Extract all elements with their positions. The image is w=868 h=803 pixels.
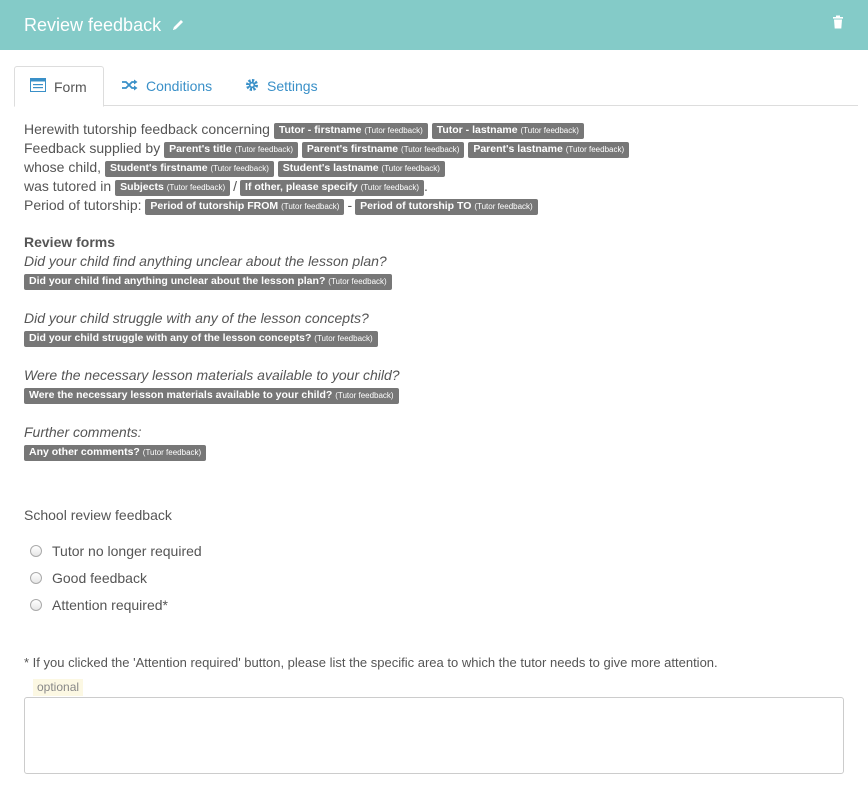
school-review-label: School review feedback xyxy=(24,507,172,523)
field-tag[interactable]: Student's firstname (Tutor feedback) xyxy=(104,161,274,177)
shuffle-icon xyxy=(122,78,138,94)
tab-form-label: Form xyxy=(54,78,87,95)
question-text: Did your child find anything unclear abo… xyxy=(24,253,387,269)
tab-form[interactable]: Form xyxy=(14,66,104,107)
radio-tutor-no-longer-required[interactable]: Tutor no longer required xyxy=(30,543,202,559)
optional-badge: optional xyxy=(33,679,84,696)
form-title: Review feedback xyxy=(24,14,162,35)
field-tag[interactable]: Were the necessary lesson materials avai… xyxy=(24,388,399,404)
pencil-icon[interactable] xyxy=(171,18,185,32)
tab-conditions[interactable]: Conditions xyxy=(107,66,227,106)
question-text: Did your child struggle with any of the … xyxy=(24,310,369,326)
intro-line: Herewith tutorship feedback concerning T… xyxy=(24,120,844,139)
field-tag[interactable]: Subjects (Tutor feedback) xyxy=(115,180,231,196)
field-tag[interactable]: Period of tutorship FROM (Tutor feedback… xyxy=(145,199,345,215)
radio-label: Good feedback xyxy=(52,570,147,586)
tab-bar: Form Conditions Settings xyxy=(14,66,858,107)
intro-line: Period of tutorship: Period of tutorship… xyxy=(24,196,844,215)
intro-text: whose child, xyxy=(24,159,102,175)
radio-attention-required[interactable]: Attention required* xyxy=(30,597,168,613)
field-tag[interactable]: Tutor - firstname (Tutor feedback) xyxy=(273,123,428,139)
form-icon xyxy=(30,78,46,95)
question-tag-line: Did your child struggle with any of the … xyxy=(24,328,844,347)
question-tag-line: Any other comments? (Tutor feedback) xyxy=(24,442,844,461)
tab-settings-label: Settings xyxy=(267,78,318,94)
radio-button[interactable] xyxy=(30,599,42,611)
separator: / xyxy=(233,178,238,194)
radio-button[interactable] xyxy=(30,572,42,584)
intro-line: Feedback supplied by Parent's title (Tut… xyxy=(24,139,844,158)
review-forms-title: Review forms xyxy=(24,234,116,250)
intro-text: Herewith tutorship feedback concerning xyxy=(24,121,270,137)
form-header: Review feedback xyxy=(0,0,868,50)
radio-good-feedback[interactable]: Good feedback xyxy=(30,570,147,586)
radio-button[interactable] xyxy=(30,545,42,557)
attention-note: * If you clicked the 'Attention required… xyxy=(24,655,718,670)
intro-line: was tutored in Subjects (Tutor feedback)… xyxy=(24,177,844,196)
period-mark: . xyxy=(424,178,428,194)
gear-icon xyxy=(245,78,259,95)
field-tag[interactable]: Period of tutorship TO (Tutor feedback) xyxy=(355,199,538,215)
radio-label: Tutor no longer required xyxy=(52,543,202,559)
field-tag[interactable]: Parent's lastname (Tutor feedback) xyxy=(468,142,630,158)
intro-text: was tutored in xyxy=(24,178,112,194)
question-text: Further comments: xyxy=(24,424,142,440)
field-tag[interactable]: Any other comments? (Tutor feedback) xyxy=(24,445,207,461)
field-tag[interactable]: Tutor - lastname (Tutor feedback) xyxy=(431,123,584,139)
trash-icon[interactable] xyxy=(832,15,844,32)
field-tag[interactable]: Student's lastname (Tutor feedback) xyxy=(277,161,445,177)
intro-text: Period of tutorship: xyxy=(24,197,142,213)
field-tag[interactable]: If other, please specify (Tutor feedback… xyxy=(240,180,425,196)
field-tag[interactable]: Parent's firstname (Tutor feedback) xyxy=(301,142,465,158)
intro-line: whose child, Student's firstname (Tutor … xyxy=(24,158,844,177)
question-tag-line: Did your child find anything unclear abo… xyxy=(24,271,844,290)
form-content: Herewith tutorship feedback concerning T… xyxy=(24,120,844,480)
tab-conditions-label: Conditions xyxy=(146,78,213,94)
field-tag[interactable]: Did your child find anything unclear abo… xyxy=(24,274,392,290)
radio-label: Attention required* xyxy=(52,597,168,613)
question-tag-line: Were the necessary lesson materials avai… xyxy=(24,385,844,404)
attention-details-textarea[interactable] xyxy=(24,697,844,774)
question-text: Were the necessary lesson materials avai… xyxy=(24,367,400,383)
field-tag[interactable]: Parent's title (Tutor feedback) xyxy=(164,142,299,158)
intro-text: Feedback supplied by xyxy=(24,140,161,156)
tab-settings[interactable]: Settings xyxy=(230,66,333,106)
field-tag[interactable]: Did your child struggle with any of the … xyxy=(24,331,378,347)
separator: - xyxy=(347,197,353,213)
